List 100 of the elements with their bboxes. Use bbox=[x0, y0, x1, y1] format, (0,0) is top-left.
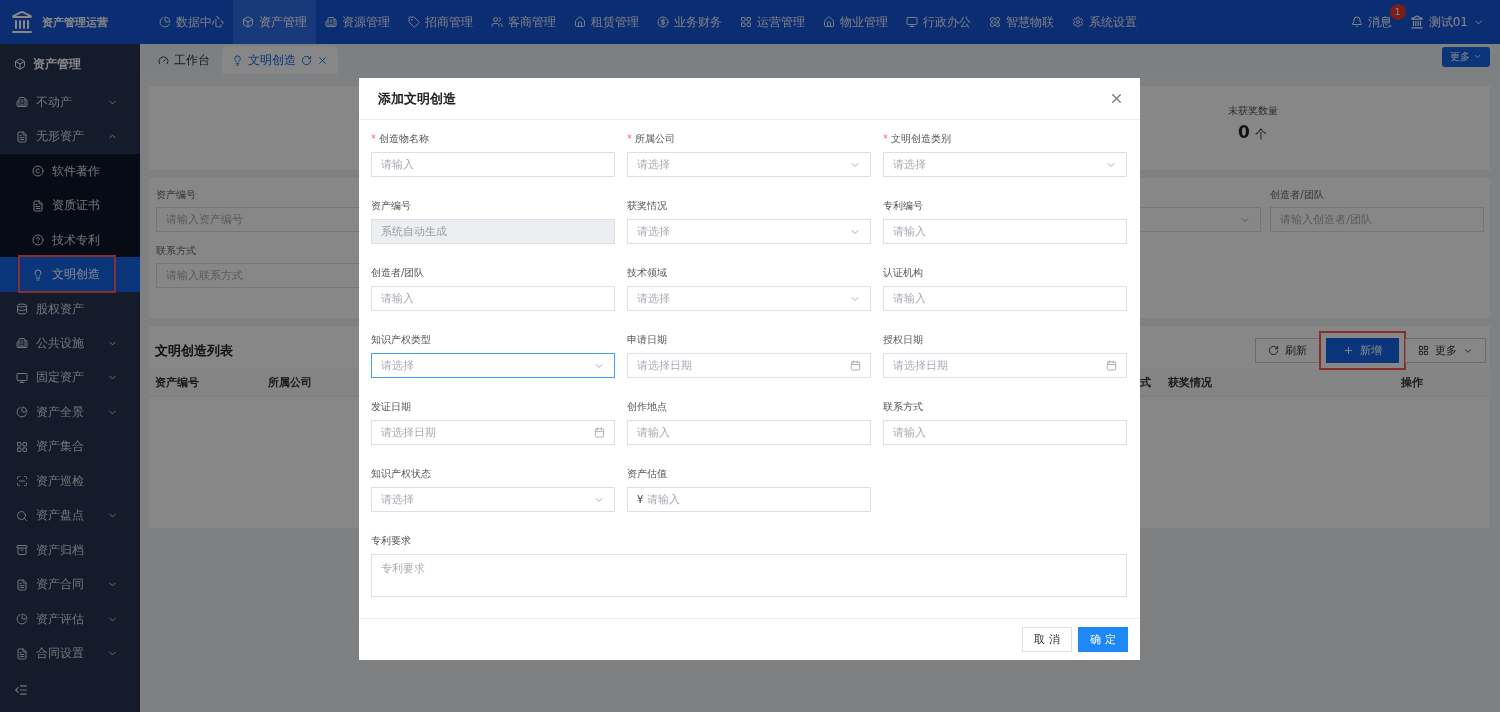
pie-chart-icon bbox=[159, 16, 171, 28]
grid-icon bbox=[740, 16, 752, 28]
user-menu[interactable]: 测试01 bbox=[1409, 13, 1484, 31]
text-field[interactable]: 请输入 bbox=[627, 420, 871, 445]
nav-item[interactable]: 运营管理 bbox=[731, 0, 814, 44]
settings-icon bbox=[1072, 16, 1084, 28]
sidebar-item[interactable]: 合同设置 bbox=[0, 636, 140, 671]
nav-item[interactable]: 行政办公 bbox=[897, 0, 980, 44]
search-icon bbox=[16, 509, 28, 522]
document-icon bbox=[16, 647, 28, 660]
sidebar-item[interactable]: 资产评估 bbox=[0, 602, 140, 637]
sidebar-item[interactable]: 无形资产 bbox=[0, 119, 140, 154]
select-field[interactable]: 请选择 bbox=[371, 487, 615, 512]
bank-icon bbox=[1409, 15, 1424, 29]
column-header: 所属公司 bbox=[267, 375, 313, 391]
sidebar-item[interactable]: 资产全景 bbox=[0, 395, 140, 430]
sidebar-item[interactable]: 技术专利 bbox=[0, 222, 140, 258]
column-header: 资产编号 bbox=[154, 375, 200, 391]
amount-field[interactable]: ¥ 请输入 bbox=[627, 487, 871, 512]
table-title: 文明创造列表 bbox=[155, 341, 233, 360]
more-button[interactable]: 更多 bbox=[1442, 46, 1490, 67]
close-icon[interactable] bbox=[317, 54, 328, 66]
archive-icon bbox=[16, 544, 28, 557]
nav-item[interactable]: 数据中心 bbox=[150, 0, 233, 44]
notification-badge: 1 bbox=[1389, 3, 1406, 20]
sidebar-item[interactable]: 文明创造 bbox=[0, 257, 140, 292]
monitor-icon bbox=[906, 16, 918, 28]
text-field[interactable]: 请输入 bbox=[883, 420, 1127, 445]
more-button[interactable]: 更多 bbox=[1405, 338, 1486, 363]
field-label: 技术领域 bbox=[627, 266, 668, 280]
nav-item[interactable]: 资产管理 bbox=[233, 0, 316, 44]
grid-icon bbox=[16, 440, 28, 453]
atom-icon bbox=[989, 16, 1001, 28]
sidebar-item[interactable]: 资产巡检 bbox=[0, 464, 140, 499]
nav-item[interactable]: 招商管理 bbox=[399, 0, 482, 44]
filter-label: 联系方式 bbox=[156, 244, 197, 256]
sidebar-item[interactable]: 资质证书 bbox=[0, 188, 140, 223]
field-label: 认证机构 bbox=[883, 266, 924, 280]
page-tab[interactable]: 工作台 bbox=[148, 46, 220, 74]
confirm-button[interactable]: 确 定 bbox=[1078, 627, 1128, 652]
nav-item[interactable]: 智慧物联 bbox=[980, 0, 1063, 44]
select-field[interactable]: 请选择 bbox=[627, 152, 871, 177]
nav-item[interactable]: 物业管理 bbox=[814, 0, 897, 44]
sidebar-item[interactable]: 资产合同 bbox=[0, 567, 140, 602]
date-field[interactable]: 请选择日期 bbox=[627, 353, 871, 378]
messages-link[interactable]: 消息 bbox=[1350, 13, 1392, 31]
date-field[interactable]: 请选择日期 bbox=[371, 420, 615, 445]
select-field[interactable]: 请选择 bbox=[883, 152, 1127, 177]
select-field[interactable]: 请选择 bbox=[627, 219, 871, 244]
sidebar-item[interactable]: 软件著作 bbox=[0, 153, 140, 189]
text-area[interactable]: 专利要求 bbox=[371, 554, 1127, 597]
text-field[interactable]: 请输入 bbox=[371, 152, 615, 177]
monitor-icon bbox=[16, 371, 28, 384]
select-field[interactable]: 请选择 bbox=[627, 286, 871, 311]
brand-name: 资产管理运营 bbox=[42, 14, 108, 30]
document-icon bbox=[32, 199, 44, 212]
cancel-button[interactable]: 取 消 bbox=[1022, 627, 1072, 652]
copyright-icon bbox=[32, 165, 44, 178]
nav-item[interactable]: 客商管理 bbox=[482, 0, 565, 44]
close-icon[interactable] bbox=[1109, 91, 1124, 106]
nav-item[interactable]: 系统设置 bbox=[1063, 0, 1146, 44]
scan-icon bbox=[16, 475, 28, 488]
building-icon bbox=[325, 16, 337, 28]
nav-item[interactable]: 租赁管理 bbox=[565, 0, 648, 44]
filter-label: 资产编号 bbox=[156, 188, 197, 200]
field-label: * 文明创造类别 bbox=[883, 132, 952, 146]
nav-item[interactable]: 资源管理 bbox=[316, 0, 399, 44]
lightbulb-icon bbox=[232, 54, 243, 66]
sidebar-item[interactable]: 公共设施 bbox=[0, 326, 140, 361]
field-label: 创作地点 bbox=[627, 400, 668, 414]
column-header: 获奖情况 bbox=[1167, 375, 1213, 391]
filter-label: 创造者/团队 bbox=[1270, 188, 1325, 200]
stat-unit: 个 bbox=[1254, 126, 1267, 143]
sidebar-item[interactable]: 资产归档 bbox=[0, 533, 140, 568]
text-field[interactable]: 请输入 bbox=[371, 286, 615, 311]
coin-icon bbox=[657, 16, 669, 28]
refresh-button[interactable]: 刷新 bbox=[1255, 338, 1320, 363]
dialog-title: 添加文明创造 bbox=[378, 89, 456, 108]
page-tab[interactable]: 文明创造 bbox=[222, 46, 338, 74]
field-label: * 创造物名称 bbox=[371, 132, 430, 146]
select-field[interactable]: 请选择 bbox=[371, 353, 615, 378]
text-field[interactable]: 请输入 bbox=[883, 219, 1127, 244]
field-label: * 所属公司 bbox=[627, 132, 676, 146]
sidebar-item[interactable]: 固定资产 bbox=[0, 360, 140, 396]
cube-icon bbox=[242, 16, 254, 28]
house-icon bbox=[823, 16, 835, 28]
sidebar-item[interactable]: 资产集合 bbox=[0, 429, 140, 465]
field-label: 知识产权类型 bbox=[371, 333, 432, 347]
text-field[interactable]: 请输入 bbox=[883, 286, 1127, 311]
sidebar-item[interactable]: 资产盘点 bbox=[0, 498, 140, 534]
plus-icon bbox=[1343, 345, 1354, 356]
refresh-icon[interactable] bbox=[301, 54, 312, 66]
lightbulb-icon bbox=[32, 268, 44, 281]
collapse-menu-icon[interactable] bbox=[14, 683, 28, 697]
date-field[interactable]: 请选择日期 bbox=[883, 353, 1127, 378]
nav-item[interactable]: 业务财务 bbox=[648, 0, 731, 44]
calendar-icon bbox=[1106, 360, 1117, 371]
sidebar-item[interactable]: 不动产 bbox=[0, 84, 140, 120]
gauge-icon bbox=[158, 54, 169, 66]
calendar-icon bbox=[594, 427, 605, 438]
